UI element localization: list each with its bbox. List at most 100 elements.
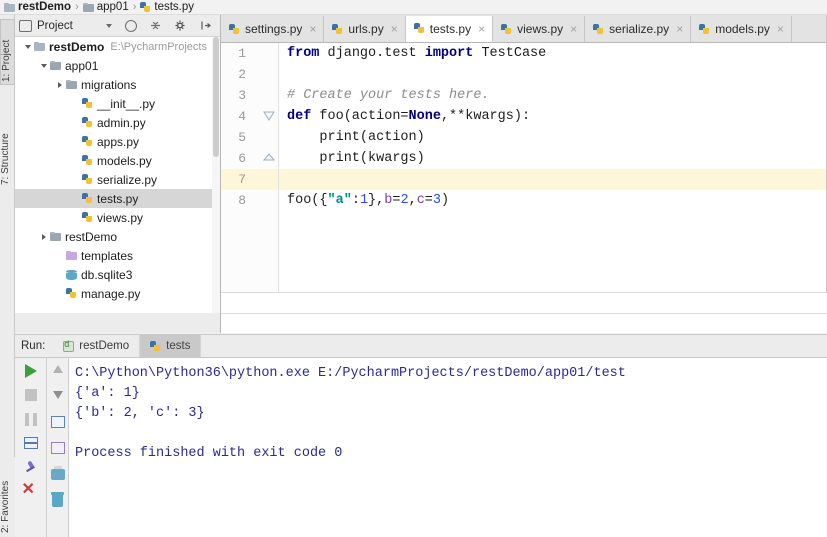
chevron-right-icon[interactable]	[53, 81, 66, 88]
editor-tab-serializepy[interactable]: serialize.py ×	[585, 16, 692, 42]
breadcrumb-item-app01[interactable]: app01	[82, 1, 129, 13]
python-file-icon	[332, 23, 343, 35]
soft-wrap-icon[interactable]	[49, 414, 67, 432]
tree-item-appspy[interactable]: apps.py	[15, 132, 212, 151]
tree-item-dbsqlite3[interactable]: db.sqlite3	[15, 265, 212, 284]
arrow-up-icon[interactable]	[49, 362, 67, 380]
python-file-icon	[699, 23, 710, 35]
editor-code-area[interactable]: from django.test import TestCase # Creat…	[279, 43, 827, 293]
sidebar-item-favorites[interactable]: 2: Favorites	[0, 461, 15, 535]
module-folder-icon	[50, 61, 61, 70]
code-token: =	[424, 193, 433, 208]
sidebar-item-structure[interactable]: 7: Structure	[0, 107, 15, 187]
editor-tab-modelspy[interactable]: models.py ×	[691, 16, 792, 42]
code-token: print(action)	[287, 130, 425, 145]
tree-item-serializepy[interactable]: serialize.py	[15, 170, 212, 189]
editor-gutter[interactable]: 1 2 3 4 5 6 7 8	[221, 43, 279, 293]
close-icon[interactable]: ×	[478, 23, 485, 35]
project-tree-scrollbar[interactable]	[212, 37, 220, 333]
trash-icon[interactable]	[49, 492, 67, 510]
tree-item-app01[interactable]: app01	[15, 56, 212, 75]
python-file-icon	[82, 174, 93, 185]
code-token: from	[287, 46, 328, 61]
breadcrumb-label: restDemo	[18, 1, 72, 13]
close-icon[interactable]: ×	[391, 23, 398, 35]
editor-tab-label: views.py	[517, 22, 564, 36]
code-token: 3	[432, 193, 442, 208]
tree-item-viewspy[interactable]: views.py	[15, 208, 212, 227]
code-token: 1	[359, 193, 369, 208]
stop-icon[interactable]	[22, 386, 40, 404]
target-icon[interactable]	[125, 19, 137, 32]
layout-icon[interactable]	[22, 434, 40, 452]
console-line: Process finished with exit code 0	[75, 446, 343, 461]
tree-item-label: templates	[81, 248, 134, 263]
code-line[interactable]: from django.test import TestCase	[279, 43, 827, 64]
tree-item-label: admin.py	[97, 115, 146, 130]
pause-icon[interactable]	[22, 410, 40, 428]
run-panel-header: Run: restDemo tests	[15, 334, 827, 358]
tree-item-migrations[interactable]: migrations	[15, 75, 212, 94]
python-file-icon	[82, 98, 93, 109]
run-console-output[interactable]: C:\Python\Python36\python.exe E:/Pycharm…	[69, 358, 827, 537]
tree-item-initpy[interactable]: __init__.py	[15, 94, 212, 113]
chevron-down-icon[interactable]	[106, 23, 112, 28]
chevron-down-icon[interactable]	[37, 63, 50, 68]
code-line[interactable]	[279, 169, 827, 190]
run-tool-window: Run: restDemo tests ✕ C:	[15, 334, 827, 537]
run-tab-tests[interactable]: tests	[140, 335, 202, 357]
code-token: )	[441, 193, 450, 208]
pin-icon[interactable]	[22, 458, 40, 476]
project-view-icon	[19, 19, 32, 32]
code-token: # Create your tests here.	[287, 88, 490, 103]
close-icon[interactable]: ×	[309, 23, 316, 35]
editor-tab-urlspy[interactable]: urls.py ×	[324, 16, 406, 42]
fold-collapse-icon[interactable]	[263, 106, 275, 127]
code-line[interactable]: foo({"a":1},b=2,c=3)	[279, 190, 827, 211]
code-line[interactable]: # Create your tests here.	[279, 85, 827, 106]
project-tree[interactable]: restDemo E:\PycharmProjects app01 migration…	[15, 37, 212, 333]
scrollbar-thumb[interactable]	[213, 37, 219, 157]
print-icon[interactable]	[49, 466, 67, 484]
code-line[interactable]	[279, 64, 827, 85]
module-folder-icon	[50, 232, 61, 241]
code-line[interactable]: print(action)	[279, 127, 827, 148]
close-icon[interactable]: ✕	[22, 482, 40, 500]
tree-item-restdemo[interactable]: restDemo	[15, 227, 212, 246]
tree-item-adminpy[interactable]: admin.py	[15, 113, 212, 132]
chevron-right-icon[interactable]	[37, 233, 50, 240]
hide-panel-icon[interactable]	[199, 19, 212, 32]
close-icon[interactable]: ×	[570, 23, 577, 35]
python-run-icon	[150, 340, 161, 352]
editor-tab-settingspy[interactable]: settings.py ×	[221, 16, 325, 42]
breadcrumb-item-restdemo[interactable]: restDemo	[4, 1, 71, 13]
tree-item-templates[interactable]: templates	[15, 246, 212, 265]
tree-item-modelspy[interactable]: models.py	[15, 151, 212, 170]
chevron-down-icon[interactable]	[21, 44, 34, 49]
breadcrumb-label: tests.py	[154, 1, 195, 13]
line-number: 6	[238, 151, 246, 166]
code-line[interactable]: def foo(action=None,**kwargs):	[279, 106, 827, 127]
tree-item-managepy[interactable]: manage.py	[15, 284, 212, 303]
templates-folder-icon	[66, 251, 77, 260]
code-line[interactable]: print(kwargs)	[279, 148, 827, 169]
database-icon	[66, 269, 77, 280]
run-icon[interactable]	[22, 362, 40, 380]
close-icon[interactable]: ×	[777, 23, 784, 35]
fold-end-icon[interactable]	[262, 148, 276, 169]
editor-tab-testspy[interactable]: tests.py ×	[405, 16, 494, 42]
breadcrumb-item-testspy[interactable]: tests.py	[140, 1, 194, 13]
arrow-down-icon[interactable]	[49, 388, 67, 406]
scroll-to-end-icon[interactable]	[49, 440, 67, 458]
code-token: import	[424, 46, 482, 61]
gear-icon[interactable]	[174, 19, 187, 32]
code-editor[interactable]: 1 2 3 4 5 6 7 8 from django.test import TestCas…	[221, 43, 827, 293]
code-token: foo(action=	[319, 109, 409, 124]
run-tab-restdemo[interactable]: restDemo	[53, 335, 141, 357]
tree-item-restdemo[interactable]: restDemo E:\PycharmProjects	[15, 37, 212, 56]
sidebar-item-project[interactable]: 1: Project	[0, 19, 15, 85]
collapse-all-icon[interactable]	[149, 19, 162, 32]
tree-item-testspy[interactable]: tests.py	[15, 189, 212, 208]
editor-tab-viewspy[interactable]: views.py ×	[493, 16, 586, 42]
close-icon[interactable]: ×	[676, 23, 683, 35]
